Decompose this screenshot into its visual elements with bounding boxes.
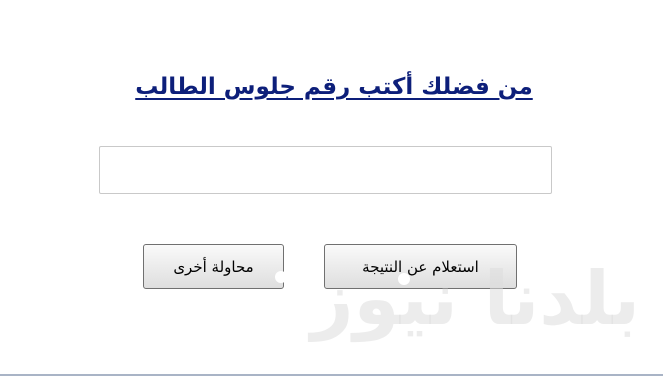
retry-button[interactable]: محاولة أخرى (143, 244, 284, 289)
query-result-button[interactable]: استعلام عن النتيجة (324, 244, 517, 289)
seat-number-input[interactable] (99, 146, 552, 194)
result-query-page: من فضلك أكتب رقم جلوس الطالب استعلام عن … (0, 0, 663, 376)
page-title: من فضلك أكتب رقم جلوس الطالب (135, 74, 533, 100)
